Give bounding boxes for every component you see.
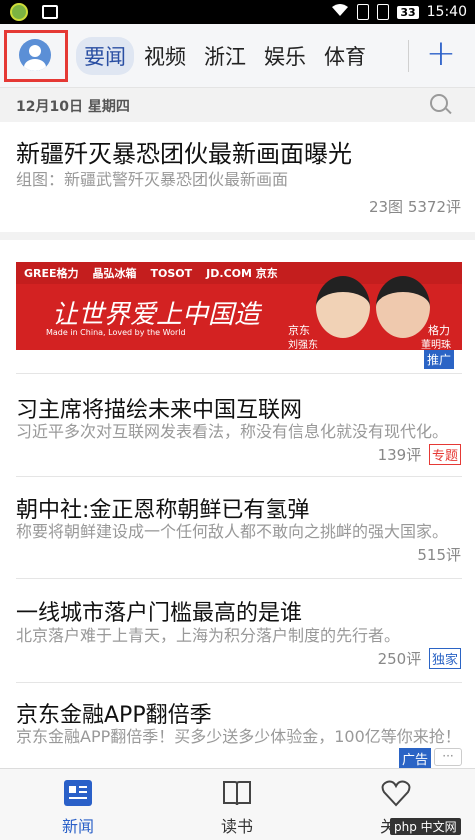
- ad-brand: 晶弘冰箱: [92, 267, 137, 280]
- tab-top-news[interactable]: 要闻: [76, 37, 134, 75]
- comment-count: 139评: [377, 446, 422, 464]
- sim2-icon: [377, 4, 390, 20]
- watermark: php 中文网: [390, 818, 461, 835]
- featured-subtitle: 组图：新疆武警歼灭暴恐团伙最新画面: [16, 170, 289, 189]
- tab-sports[interactable]: 体育: [316, 37, 374, 75]
- user-avatar-icon: [19, 39, 51, 71]
- book-icon: [222, 779, 252, 807]
- nav-label: 新闻: [61, 817, 94, 836]
- ad-portrait-1: [316, 276, 370, 338]
- promo-badge: 推广: [424, 350, 455, 369]
- comment-count: 250评: [377, 650, 422, 668]
- ad-badge: 广告: [398, 748, 431, 769]
- comment-count: 515评: [417, 546, 461, 564]
- ad-person2-name: 董明珠: [421, 340, 451, 350]
- clock: 15:40: [426, 4, 467, 20]
- avatar-button[interactable]: [4, 30, 68, 82]
- ad-brand: JD.COM 京东: [206, 267, 278, 280]
- topic-badge: 专题: [428, 444, 461, 465]
- add-channel-icon[interactable]: +: [424, 34, 458, 74]
- news-icon: [63, 779, 93, 807]
- featured-meta: 23图 5372评: [368, 198, 461, 216]
- battery-level: 33: [397, 5, 419, 19]
- screenshot-icon: [42, 5, 58, 19]
- date-line: 12月10日 星期四: [0, 88, 475, 122]
- channel-bar: 要闻 视频 浙江 娱乐 体育 +: [0, 24, 475, 88]
- news-title: 一线城市落户门槛最高的是谁: [16, 601, 303, 626]
- nav-news[interactable]: 新闻: [28, 779, 128, 837]
- divider: [16, 373, 462, 374]
- divider: [408, 40, 409, 72]
- status-bar: 33 15:40: [0, 0, 475, 24]
- more-options-icon[interactable]: ···: [434, 748, 462, 766]
- ad-slogan: 让世界爱上中国造: [52, 300, 261, 330]
- divider: [16, 578, 462, 579]
- ad-portrait-2: [376, 276, 430, 338]
- nav-label: 读书: [220, 817, 253, 836]
- exclusive-badge: 独家: [428, 648, 461, 669]
- news-summary: 北京落户难于上青天，上海为积分落户制度的先行者。: [16, 626, 401, 645]
- featured-article[interactable]: 新疆歼灭暴恐团伙最新画面曝光 组图：新疆武警歼灭暴恐团伙最新画面 23图 537…: [0, 122, 475, 232]
- news-summary: 习近平多次对互联网发表看法，称没有信息化就没有现代化。: [16, 422, 449, 441]
- divider: [16, 476, 462, 477]
- featured-title: 新疆歼灭暴恐团伙最新画面曝光: [16, 140, 352, 168]
- search-icon[interactable]: [430, 94, 448, 112]
- channel-tabs: 要闻 视频 浙江 娱乐 体育: [76, 37, 376, 75]
- news-summary: 称要将朝鲜建设成一个任何敌人都不敢向之挑衅的强大国家。: [16, 522, 449, 541]
- wifi-icon: [331, 3, 349, 21]
- tab-zhejiang[interactable]: 浙江: [196, 37, 254, 75]
- ad-person1-name: 刘强东: [288, 340, 318, 350]
- news-summary: 京东金融APP翻倍季！买多少送多少体验金，100亿等你来抢！: [16, 727, 461, 746]
- ad-brand: TOSOT: [150, 266, 193, 280]
- ad-banner[interactable]: GREE格力 晶弘冰箱 TOSOT JD.COM 京东 让世界爱上中国造 Mad…: [16, 262, 462, 350]
- tab-entertainment[interactable]: 娱乐: [256, 37, 314, 75]
- heart-icon: [381, 779, 411, 807]
- ad-tagline: Made in China, Loved by the World: [46, 328, 186, 337]
- app-notification-icon: [10, 3, 28, 21]
- sim-icon: [357, 4, 370, 20]
- tab-video[interactable]: 视频: [136, 37, 194, 75]
- divider: [16, 682, 462, 683]
- nav-reading[interactable]: 读书: [187, 779, 287, 837]
- date-text: 12月10日 星期四: [16, 99, 130, 115]
- ad-brand: GREE格力: [24, 267, 79, 280]
